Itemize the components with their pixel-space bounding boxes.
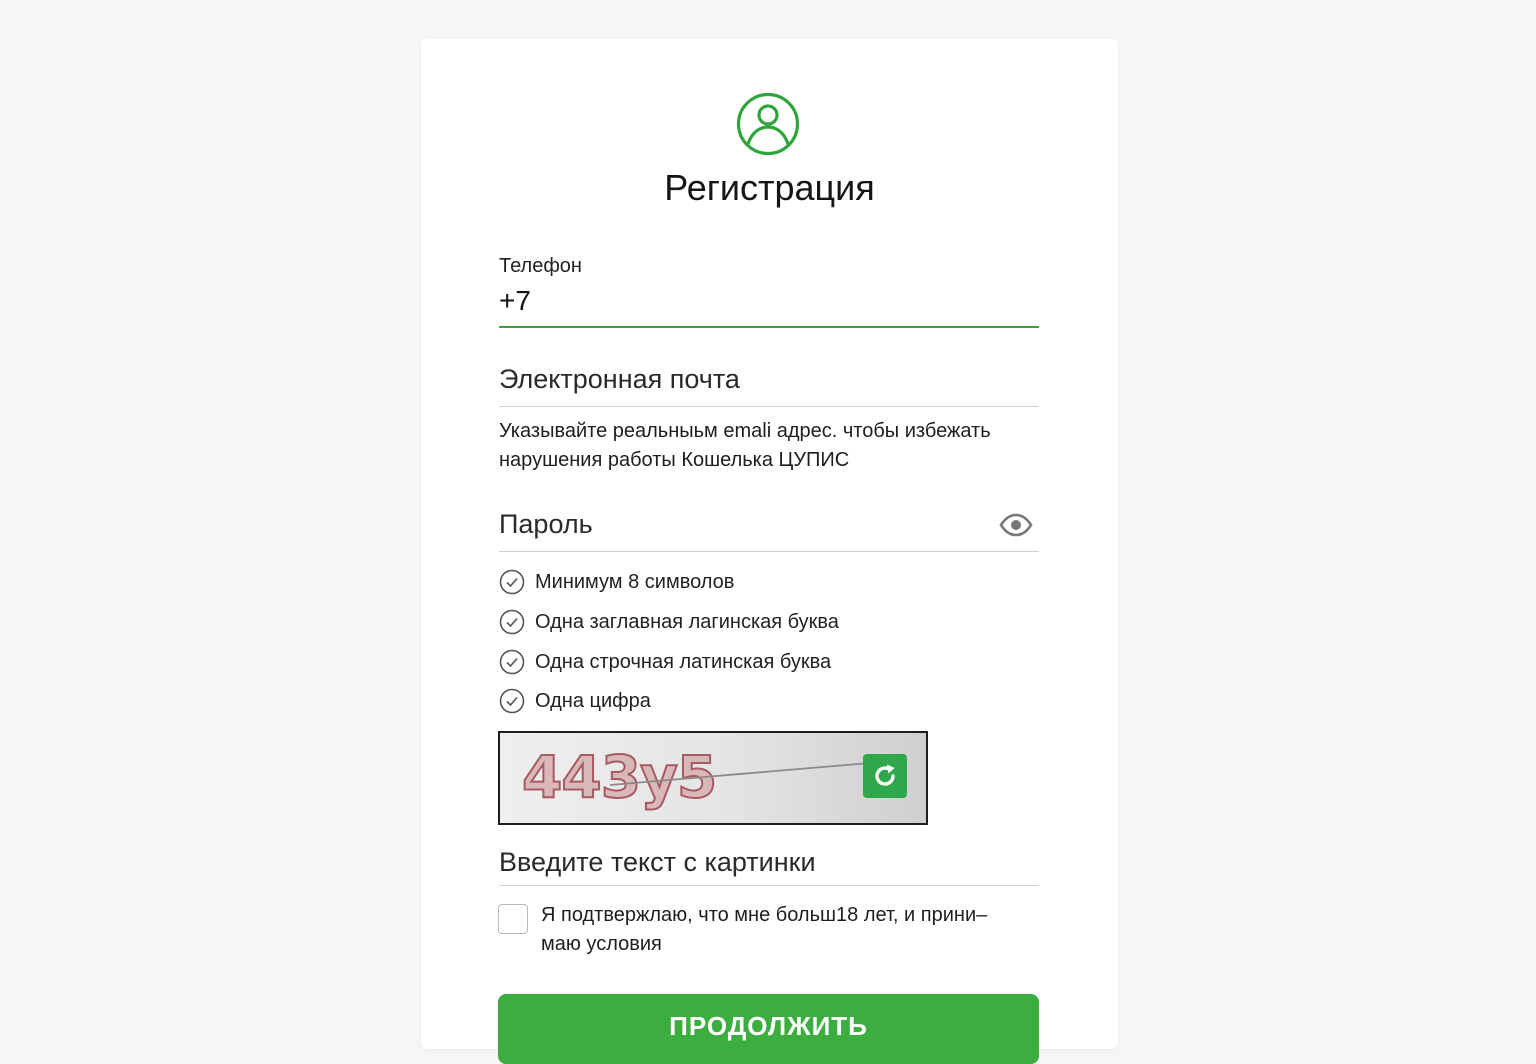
check-circle-icon	[499, 649, 525, 675]
email-hint-line1: Указывайте реальныьм emali адрес. чтобы …	[499, 420, 991, 442]
email-underline	[499, 406, 1039, 407]
check-circle-icon	[499, 569, 525, 595]
requirement-item: Одна заглавная лагинская буква	[499, 608, 1039, 636]
eye-icon[interactable]	[999, 512, 1033, 538]
password-underline	[499, 551, 1039, 552]
continue-button[interactable]: ПРОДОЛЖИТЬ	[498, 994, 1039, 1064]
agreement-line2: маю условия	[541, 933, 662, 955]
refresh-icon	[875, 764, 895, 786]
captcha-refresh-button[interactable]	[863, 754, 907, 798]
requirement-item: Минимум 8 символов	[499, 568, 1039, 596]
captcha-image: 443y5	[498, 731, 928, 825]
phone-label: Телефон	[499, 255, 582, 277]
email-input[interactable]: Электронная почта	[499, 364, 1039, 395]
captcha-input[interactable]: Введите текст с картинки	[499, 847, 1039, 878]
requirement-item: Одна строчная латинская буква	[499, 648, 1039, 676]
check-circle-icon	[499, 609, 525, 635]
password-field: Пароль	[499, 509, 1039, 549]
requirement-text: Минимум 8 символов	[535, 570, 735, 593]
captcha-underline	[499, 885, 1039, 886]
password-requirements: Минимум 8 символов Одна заглавная лагинс…	[499, 568, 1039, 718]
email-hint-line2: нарушения работы Кошелька ЦУПИС	[499, 449, 850, 471]
page-title: Регистрация	[664, 167, 875, 208]
email-hint: Указывайте реальныьм emali адрес. чтобы …	[499, 417, 1039, 475]
agreement-line1: Я подтвержлаю, что мне больш18 лет, и пр…	[541, 904, 988, 926]
phone-underline	[499, 326, 1039, 328]
agreement-text: Я подтвержлаю, что мне больш18 лет, и пр…	[541, 901, 1041, 959]
check-circle-icon	[499, 688, 525, 714]
agreement-checkbox[interactable]	[498, 904, 528, 934]
requirement-text: Одна заглавная лагинская буква	[535, 610, 839, 633]
phone-input[interactable]: +7	[499, 285, 1039, 317]
registration-card: Регистрация Телефон +7 Электронная почта…	[421, 39, 1118, 1064]
requirement-text: Одна цифра	[535, 689, 651, 712]
password-input[interactable]: Пароль	[499, 509, 593, 540]
user-icon	[736, 92, 800, 156]
requirement-text: Одна строчная латинская буква	[535, 650, 832, 673]
requirement-item: Одна цифра	[499, 687, 1039, 715]
